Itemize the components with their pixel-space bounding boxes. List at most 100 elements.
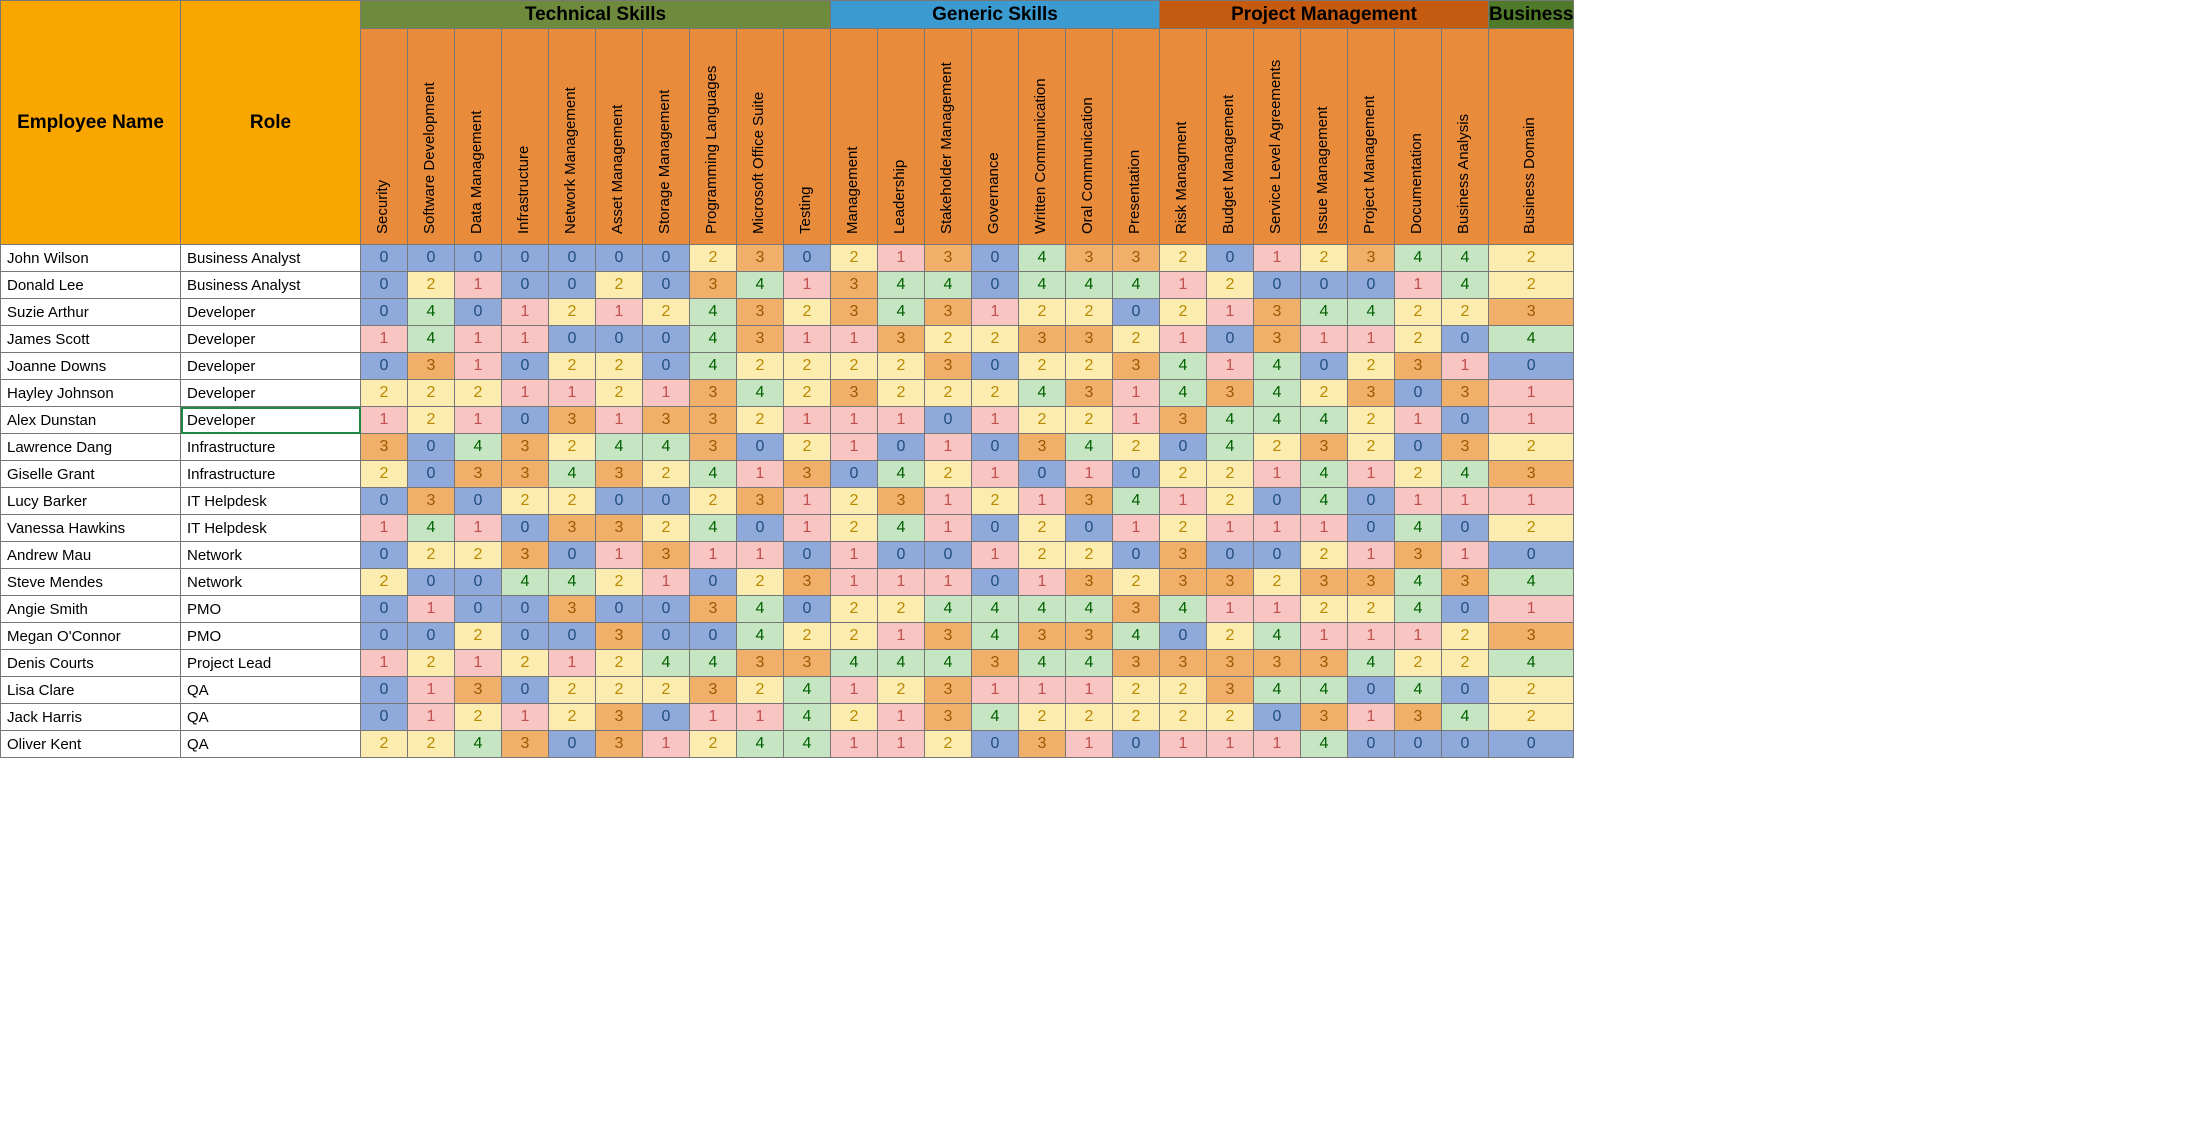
score-cell[interactable]: 3 — [596, 461, 643, 488]
score-cell[interactable]: 2 — [972, 488, 1019, 515]
score-cell[interactable]: 4 — [737, 272, 784, 299]
score-cell[interactable]: 1 — [455, 272, 502, 299]
score-cell[interactable]: 0 — [502, 407, 549, 434]
score-cell[interactable]: 2 — [596, 380, 643, 407]
employee-name-cell[interactable]: Steve Mendes — [1, 569, 181, 596]
score-cell[interactable]: 0 — [1348, 515, 1395, 542]
score-cell[interactable]: 2 — [549, 704, 596, 731]
score-cell[interactable]: 2 — [1348, 407, 1395, 434]
score-cell[interactable]: 2 — [361, 731, 408, 758]
score-cell[interactable]: 3 — [502, 461, 549, 488]
score-cell[interactable]: 0 — [1442, 596, 1489, 623]
score-cell[interactable]: 4 — [972, 596, 1019, 623]
employee-name-cell[interactable]: Lawrence Dang — [1, 434, 181, 461]
score-cell[interactable]: 2 — [455, 380, 502, 407]
score-cell[interactable]: 2 — [1348, 353, 1395, 380]
table-row[interactable]: Jack HarrisQA0121230114213422222031342 — [1, 704, 1574, 731]
score-cell[interactable]: 4 — [1160, 380, 1207, 407]
score-cell[interactable]: 3 — [1207, 650, 1254, 677]
score-cell[interactable]: 4 — [784, 731, 831, 758]
score-cell[interactable]: 2 — [1066, 353, 1113, 380]
score-cell[interactable]: 4 — [1442, 704, 1489, 731]
score-cell[interactable]: 0 — [455, 488, 502, 515]
score-cell[interactable]: 2 — [1301, 542, 1348, 569]
score-cell[interactable]: 0 — [361, 353, 408, 380]
score-cell[interactable]: 1 — [972, 407, 1019, 434]
score-cell[interactable]: 1 — [1395, 488, 1442, 515]
score-cell[interactable]: 3 — [972, 650, 1019, 677]
score-cell[interactable]: 4 — [878, 461, 925, 488]
score-cell[interactable]: 4 — [1395, 569, 1442, 596]
score-cell[interactable]: 2 — [502, 488, 549, 515]
score-cell[interactable]: 1 — [1207, 515, 1254, 542]
score-cell[interactable]: 0 — [831, 461, 878, 488]
score-cell[interactable]: 0 — [643, 704, 690, 731]
score-cell[interactable]: 0 — [1113, 731, 1160, 758]
score-cell[interactable]: 2 — [1019, 407, 1066, 434]
score-cell[interactable]: 1 — [1160, 326, 1207, 353]
score-cell[interactable]: 1 — [878, 731, 925, 758]
score-cell[interactable]: 1 — [1489, 407, 1574, 434]
score-cell[interactable]: 1 — [502, 704, 549, 731]
score-cell[interactable]: 1 — [596, 407, 643, 434]
score-cell[interactable]: 0 — [1066, 515, 1113, 542]
score-cell[interactable]: 2 — [831, 623, 878, 650]
score-cell[interactable]: 1 — [361, 407, 408, 434]
score-cell[interactable]: 4 — [1113, 488, 1160, 515]
score-cell[interactable]: 1 — [784, 488, 831, 515]
score-cell[interactable]: 4 — [737, 380, 784, 407]
score-cell[interactable]: 2 — [596, 677, 643, 704]
score-cell[interactable]: 4 — [1066, 434, 1113, 461]
score-cell[interactable]: 1 — [596, 299, 643, 326]
score-cell[interactable]: 4 — [690, 461, 737, 488]
score-cell[interactable]: 0 — [361, 677, 408, 704]
score-cell[interactable]: 0 — [1160, 623, 1207, 650]
score-cell[interactable]: 4 — [455, 731, 502, 758]
score-cell[interactable]: 3 — [690, 380, 737, 407]
score-cell[interactable]: 3 — [1348, 380, 1395, 407]
score-cell[interactable]: 0 — [1395, 434, 1442, 461]
table-row[interactable]: Donald LeeBusiness Analyst02100203413440… — [1, 272, 1574, 299]
score-cell[interactable]: 1 — [1160, 272, 1207, 299]
score-cell[interactable]: 3 — [1442, 434, 1489, 461]
role-cell[interactable]: PMO — [181, 596, 361, 623]
score-cell[interactable]: 4 — [737, 731, 784, 758]
employee-name-cell[interactable]: John Wilson — [1, 245, 181, 272]
score-cell[interactable]: 2 — [596, 569, 643, 596]
score-cell[interactable]: 1 — [972, 461, 1019, 488]
score-cell[interactable]: 0 — [361, 704, 408, 731]
score-cell[interactable]: 4 — [878, 650, 925, 677]
score-cell[interactable]: 2 — [925, 380, 972, 407]
score-cell[interactable]: 4 — [549, 461, 596, 488]
score-cell[interactable]: 1 — [831, 677, 878, 704]
score-cell[interactable]: 3 — [549, 515, 596, 542]
score-cell[interactable]: 3 — [784, 650, 831, 677]
score-cell[interactable]: 0 — [972, 515, 1019, 542]
score-cell[interactable]: 2 — [502, 650, 549, 677]
score-cell[interactable]: 2 — [1301, 245, 1348, 272]
score-cell[interactable]: 0 — [737, 515, 784, 542]
score-cell[interactable]: 3 — [1254, 650, 1301, 677]
score-cell[interactable]: 2 — [1207, 623, 1254, 650]
score-cell[interactable]: 3 — [737, 488, 784, 515]
score-cell[interactable]: 1 — [831, 407, 878, 434]
score-cell[interactable]: 3 — [455, 677, 502, 704]
score-cell[interactable]: 0 — [784, 245, 831, 272]
score-cell[interactable]: 3 — [690, 434, 737, 461]
score-cell[interactable]: 4 — [690, 299, 737, 326]
score-cell[interactable]: 0 — [972, 569, 1019, 596]
score-cell[interactable]: 4 — [408, 299, 455, 326]
score-cell[interactable]: 3 — [925, 704, 972, 731]
score-cell[interactable]: 2 — [1348, 596, 1395, 623]
table-row[interactable]: Lucy BarkerIT Helpdesk030220023123121341… — [1, 488, 1574, 515]
score-cell[interactable]: 3 — [737, 326, 784, 353]
role-cell[interactable]: Project Lead — [181, 650, 361, 677]
score-cell[interactable]: 4 — [1254, 380, 1301, 407]
score-cell[interactable]: 0 — [1301, 272, 1348, 299]
score-cell[interactable]: 4 — [1442, 272, 1489, 299]
score-cell[interactable]: 2 — [549, 677, 596, 704]
score-cell[interactable]: 1 — [1113, 380, 1160, 407]
score-cell[interactable]: 4 — [1348, 299, 1395, 326]
role-cell[interactable]: Network — [181, 542, 361, 569]
score-cell[interactable]: 1 — [361, 650, 408, 677]
